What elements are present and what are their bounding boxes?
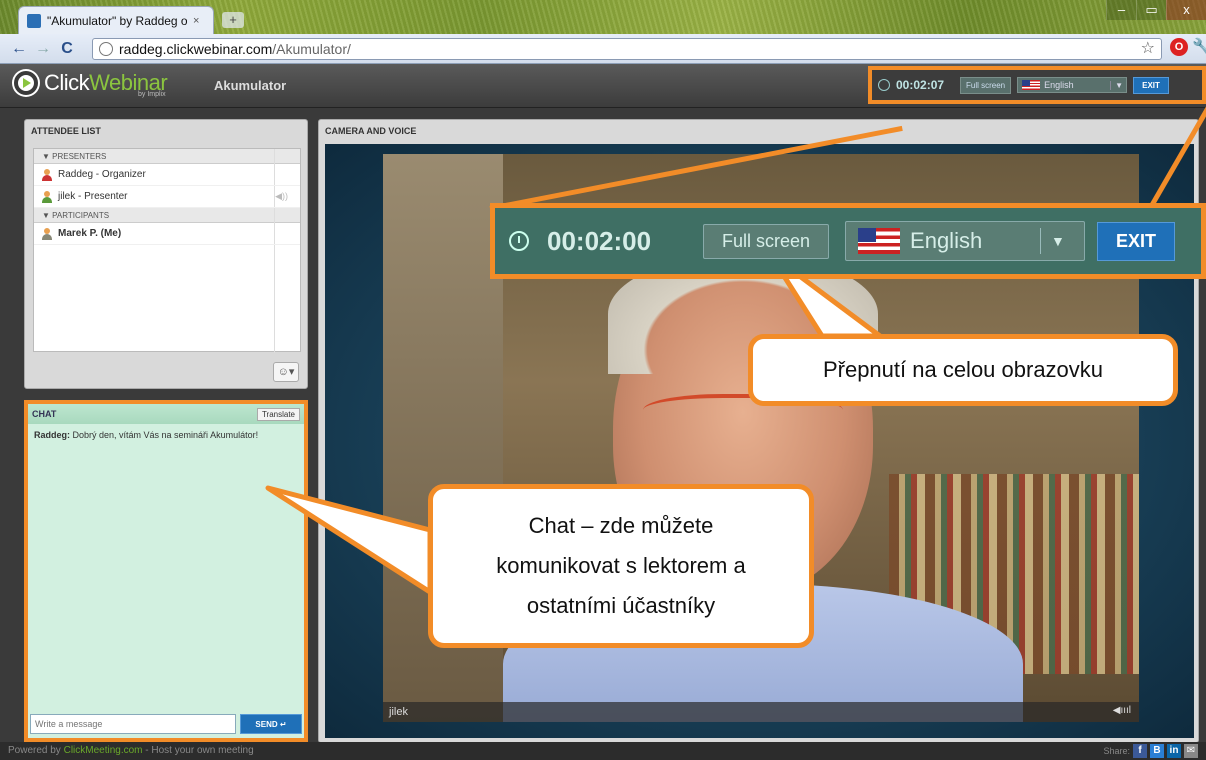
zoomed-controls: 00:02:00 Full screen English ▼ EXIT [490,203,1206,279]
chat-callout: Chat – zde můžete komunikovat s lektorem… [428,484,814,648]
chevron-down-icon: ▼ [1040,228,1065,254]
tab-title: "Akumulator" by Raddeg o [47,13,187,28]
clock-icon [509,231,529,251]
zoomed-language-select: English ▼ [845,221,1086,261]
window-controls: – ▭ x [1106,0,1206,22]
maximize-icon[interactable]: ▭ [1136,0,1166,20]
chat-callout-line: ostatními účastníky [526,593,716,618]
zoomed-exit-button: EXIT [1097,221,1176,261]
tab-close-icon[interactable]: × [193,15,199,27]
chat-callout-line: Chat – zde můžete [528,513,714,538]
us-flag-icon [858,228,901,254]
chat-callout-line: komunikovat s lektorem a [496,553,746,578]
window-close-icon[interactable]: x [1166,0,1206,20]
minimize-icon[interactable]: – [1106,0,1136,20]
zoomed-timer: 00:02:00 [547,225,652,256]
browser-tab[interactable]: "Akumulator" by Raddeg o × [18,6,214,34]
new-tab-button[interactable]: + [222,12,244,28]
zoomed-fullscreen-button: Full screen [703,223,830,259]
fullscreen-callout: Přepnutí na celou obrazovku [748,334,1178,406]
zoomed-language-label: English [910,228,983,253]
favicon-icon [27,13,41,28]
